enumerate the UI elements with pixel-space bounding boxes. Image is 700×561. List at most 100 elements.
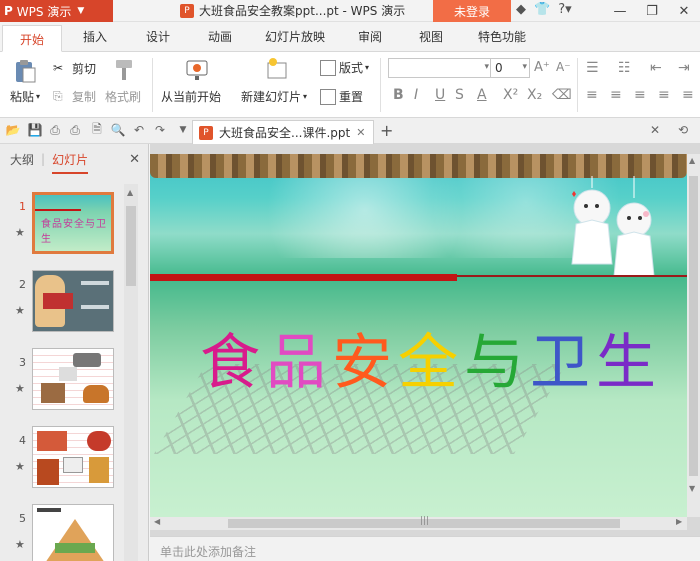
slide-thumbnail-row[interactable]: 2 ★ <box>0 270 124 336</box>
tab-view[interactable]: 视图 <box>419 28 443 45</box>
format-painter-button[interactable]: 格式刷 <box>105 88 141 105</box>
grow-font-icon[interactable]: A⁺ <box>534 60 550 75</box>
slide-thumbnail[interactable] <box>32 270 114 332</box>
preview-icon[interactable]: 🔍 <box>111 123 126 137</box>
align-left-icon[interactable]: ≡ <box>586 87 598 103</box>
horizontal-scrollbar[interactable]: ◀ ||| ▶ <box>150 516 687 530</box>
slide-thumbnail-row[interactable]: 3 ★ <box>0 348 124 414</box>
shadow-icon[interactable]: S <box>455 87 464 103</box>
copy-icon: ⎘ <box>53 88 63 103</box>
slide-thumbnail[interactable] <box>32 504 114 561</box>
scroll-left-icon[interactable]: ◀ <box>154 517 160 526</box>
title-bar: P WPS 演示 ▼ P 大班食品安全教案ppt...pt - WPS 演示 未… <box>0 0 700 22</box>
undo-icon[interactable]: ↶ <box>132 123 146 137</box>
slide-title[interactable]: 食品安全与卫生 <box>200 314 662 401</box>
panel-scrollbar[interactable]: ▲ <box>124 184 138 561</box>
superscript-icon[interactable]: X² <box>503 87 518 103</box>
justify-icon[interactable]: ≡ <box>658 87 670 103</box>
font-name-input[interactable]: ▾ <box>388 58 492 78</box>
scrollbar-thumb[interactable] <box>126 206 136 286</box>
close-icon[interactable]: ✕ <box>668 0 700 22</box>
star-icon: ★ <box>15 382 25 395</box>
scroll-right-icon[interactable]: ▶ <box>676 517 682 526</box>
shield-icon[interactable]: ◆ <box>516 2 526 17</box>
tab-insert[interactable]: 插入 <box>83 28 107 45</box>
slide-thumbnail-row[interactable]: 1 ★ 食品安全与卫生 <box>0 192 124 258</box>
restore-icon[interactable]: ❐ <box>636 0 668 22</box>
format-painter-icon[interactable] <box>111 56 137 82</box>
help-icon[interactable]: ?▾ <box>558 2 571 17</box>
copy-button[interactable]: ⎘ 复制 <box>53 88 96 105</box>
paste-icon[interactable] <box>12 58 38 84</box>
wps-app-menu-button[interactable]: P WPS 演示 ▼ <box>0 0 113 22</box>
export-pdf-icon[interactable]: ⎙ <box>48 123 62 137</box>
italic-icon[interactable]: I <box>414 87 418 103</box>
tab-outline[interactable]: 大纲 <box>10 151 34 168</box>
star-icon: ★ <box>15 226 25 239</box>
slide-thumbnail[interactable] <box>32 348 114 410</box>
slide-thumbnail[interactable]: 食品安全与卫生 <box>32 192 114 254</box>
shrink-font-icon[interactable]: A⁻ <box>556 60 571 74</box>
bullet-list-icon[interactable]: ☰ <box>586 60 599 76</box>
slide-thumbnail-row[interactable]: 4 ★ <box>0 426 124 492</box>
subscript-icon[interactable]: X₂ <box>527 87 542 103</box>
tab-special-features[interactable]: 特色功能 <box>478 28 526 45</box>
underline-icon[interactable]: U <box>435 87 445 103</box>
tab-review[interactable]: 审阅 <box>358 28 382 45</box>
slides-panel: 大纲 | 幻灯片 ✕ 1 ★ 食品安全与卫生 2 ★ 3 ★ 4 ★ 5 ★ ▲ <box>0 144 149 561</box>
clear-format-icon[interactable]: ⌫ <box>552 87 572 103</box>
font-size-input[interactable]: 0 ▾ <box>490 58 530 78</box>
paste-button[interactable]: 粘贴 ▾ <box>10 88 40 105</box>
tab-animation[interactable]: 动画 <box>208 28 232 45</box>
tab-slideshow[interactable]: 幻灯片放映 <box>265 28 325 45</box>
share-icon[interactable]: ⟲ <box>676 123 690 137</box>
play-from-current-icon[interactable] <box>184 57 210 83</box>
title-char: 品 <box>266 328 332 398</box>
notes-input[interactable]: 单击此处添加备注 <box>150 536 700 561</box>
layout-button[interactable]: 版式 ▾ <box>320 59 369 76</box>
align-center-icon[interactable]: ≡ <box>610 87 622 103</box>
redo-icon[interactable]: ↷ <box>153 123 167 137</box>
reset-icon <box>320 88 336 105</box>
reset-button[interactable]: 重置 <box>320 88 363 105</box>
scroll-up-icon[interactable]: ▲ <box>689 156 695 165</box>
save-icon[interactable]: 💾 <box>28 123 43 137</box>
align-right-icon[interactable]: ≡ <box>634 87 646 103</box>
increase-indent-icon[interactable]: ⇥ <box>678 60 690 76</box>
decrease-indent-icon[interactable]: ⇤ <box>650 60 662 76</box>
shirt-icon[interactable]: 👕 <box>534 2 550 17</box>
pin-icon[interactable]: ✕ <box>648 123 662 137</box>
bold-icon[interactable]: B <box>393 87 404 103</box>
new-slide-icon[interactable] <box>264 56 290 82</box>
slide-thumbnail-row[interactable]: 5 ★ <box>0 504 124 561</box>
scrollbar-thumb[interactable] <box>689 176 698 476</box>
font-color-icon[interactable]: A <box>477 87 487 103</box>
print-preview-icon[interactable]: 🗎 <box>90 122 104 137</box>
tab-home[interactable]: 开始 <box>2 25 63 52</box>
chevron-down-icon[interactable]: ▼ <box>176 123 190 137</box>
tab-design[interactable]: 设计 <box>146 28 170 45</box>
ribbon-home: 粘贴 ▾ ✂ 剪切 ⎘ 复制 格式刷 从当前开始 新建幻灯片 ▾ 版式 ▾ 重置 ▾ 0 ▾… <box>0 52 700 118</box>
title-char: 全 <box>398 328 464 398</box>
numbered-list-icon[interactable]: ☷ <box>618 60 631 76</box>
vertical-scrollbar[interactable]: ▲ ▼ <box>687 154 700 517</box>
close-tab-icon[interactable]: ✕ <box>356 126 365 139</box>
scroll-down-icon[interactable]: ▼ <box>689 484 695 493</box>
slide-thumbnail[interactable] <box>32 426 114 488</box>
open-folder-icon[interactable]: 📂 <box>6 123 21 137</box>
minimize-icon[interactable]: — <box>604 0 636 22</box>
star-icon: ★ <box>15 460 25 473</box>
current-slide[interactable]: 食品安全与卫生 <box>150 154 687 517</box>
cut-button[interactable]: ✂ 剪切 <box>53 60 96 77</box>
title-char: 食 <box>200 328 266 398</box>
distribute-icon[interactable]: ≡ <box>682 87 694 103</box>
login-button[interactable]: 未登录 <box>433 0 511 22</box>
scroll-up-icon[interactable]: ▲ <box>127 188 133 197</box>
from-current-button[interactable]: 从当前开始 <box>161 88 221 105</box>
new-slide-button[interactable]: 新建幻灯片 ▾ <box>241 88 307 105</box>
new-tab-icon[interactable]: + <box>380 121 393 140</box>
tab-slides[interactable]: 幻灯片 <box>52 151 89 174</box>
document-tab[interactable]: P 大班食品安全...课件.ppt ✕ <box>192 120 374 144</box>
close-panel-icon[interactable]: ✕ <box>129 152 140 167</box>
print-icon[interactable]: ⎙ <box>68 123 82 137</box>
